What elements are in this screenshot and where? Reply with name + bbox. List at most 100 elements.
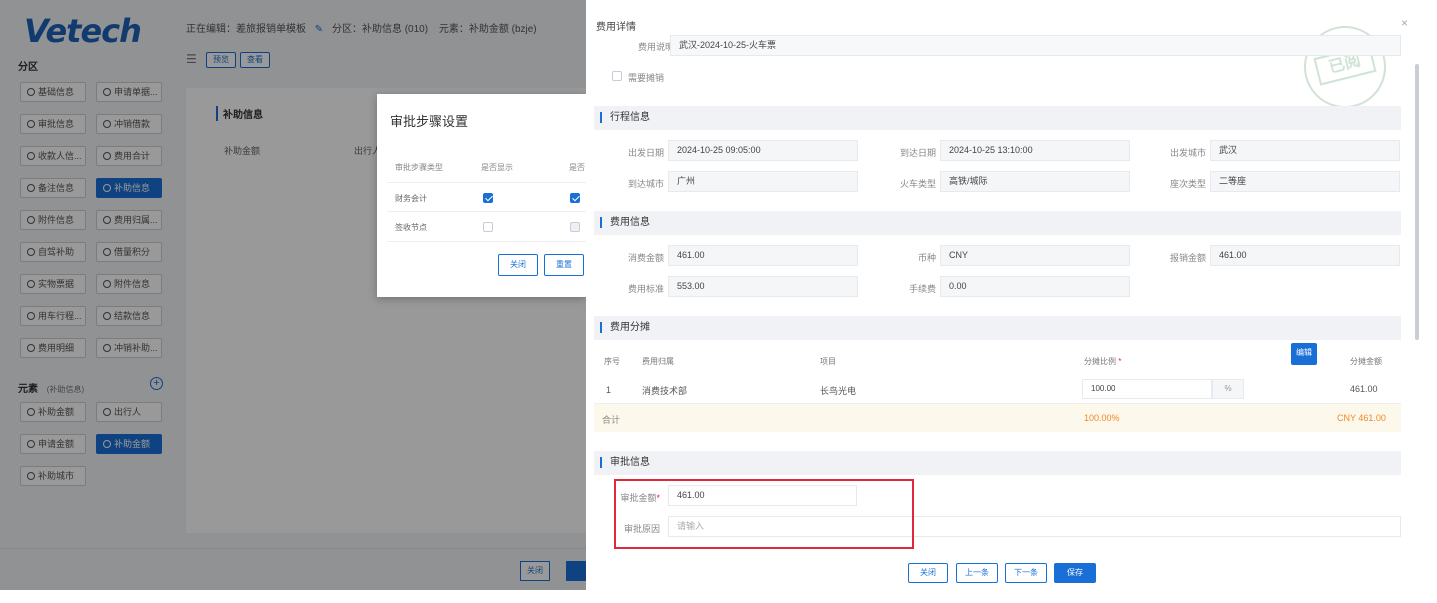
partition-name: 分区：补助信息 (010) — [331, 24, 429, 35]
partition-button[interactable]: 冲销补助... — [96, 338, 162, 358]
partition-button[interactable]: 出行人 — [96, 402, 162, 422]
reimburse-label: 报销金额 — [1169, 253, 1206, 263]
close-button[interactable]: 关闭 — [908, 563, 948, 583]
edit-icon[interactable]: ✎ — [315, 24, 323, 35]
expense-desc-label: 费用说明 — [637, 42, 674, 52]
partition-button-label: 冲销补助... — [114, 343, 158, 353]
expense-detail-panel: 费用详情 × 已阅 费用说明 武汉-2024-10-25-火车票 需要摊销 行程… — [586, 0, 1437, 603]
col-owner: 费用归属 — [642, 357, 674, 366]
partition-button[interactable]: 附件信息 — [20, 210, 86, 230]
partition-button[interactable]: 申请单据... — [96, 82, 162, 102]
reimburse-field: 461.00 — [1210, 245, 1400, 266]
left-save-button[interactable] — [566, 561, 586, 581]
preview-button[interactable]: 预览 — [206, 52, 236, 68]
row-owner: 消费技术部 — [642, 386, 688, 396]
partition-button-label: 补助城市 — [38, 471, 75, 481]
col-project: 项目 — [820, 357, 836, 366]
show-checkbox[interactable] — [483, 222, 493, 232]
dialog-title: 审批步骤设置 — [390, 114, 469, 129]
partition-button[interactable]: 借量积分 — [96, 242, 162, 262]
consume-field: 461.00 — [668, 245, 858, 266]
left-close-button[interactable]: 关闭 — [520, 561, 550, 581]
col-ratio-text: 分摊比例 — [1084, 357, 1116, 366]
partition-button-label: 自驾补助 — [38, 247, 75, 257]
preview-section-title: 补助信息 — [216, 106, 263, 121]
element-name: 元素：补助金额 (bzje) — [438, 24, 537, 35]
need-split-checkbox[interactable] — [612, 71, 622, 81]
need-split-label: 需要摊销 — [628, 73, 665, 83]
partition-button-label: 费用明细 — [38, 343, 75, 353]
partition-button[interactable]: 收款人信... — [20, 146, 86, 166]
partition-button[interactable]: 备注信息 — [20, 178, 86, 198]
depart-city-field: 武汉 — [1210, 140, 1400, 161]
dialog-reset-button[interactable]: 重置 — [544, 254, 584, 276]
depart-date-field: 2024-10-25 09:05:00 — [668, 140, 858, 161]
trip-section-title: 行程信息 — [600, 112, 650, 123]
required-mark: * — [1118, 357, 1122, 366]
partition-button[interactable]: 审批信息 — [20, 114, 86, 134]
row-amount: 461.00 — [1350, 384, 1378, 394]
partition-button[interactable]: 实物票据 — [20, 274, 86, 294]
list-icon[interactable]: ☰ — [186, 52, 197, 66]
circle-icon — [27, 216, 35, 224]
partition-button-label: 申请金额 — [38, 439, 75, 449]
split-section-header: 费用分摊 — [594, 316, 1401, 340]
save-button[interactable]: 保存 — [1054, 563, 1096, 583]
seat-field: 二等座 — [1210, 171, 1400, 192]
partition-button[interactable]: 补助金额 — [96, 434, 162, 454]
circle-icon — [103, 120, 111, 128]
other-checkbox[interactable] — [570, 222, 580, 232]
edit-button[interactable]: 编辑 — [1291, 343, 1317, 365]
circle-icon — [27, 88, 35, 96]
col-amount: 分摊金额 — [1350, 357, 1382, 366]
partition-button[interactable]: 补助城市 — [20, 466, 86, 486]
partition-button-label: 结款信息 — [114, 311, 151, 321]
partition-button[interactable]: 基础信息 — [20, 82, 86, 102]
view-button[interactable]: 查看 — [240, 52, 270, 68]
circle-icon — [27, 440, 35, 448]
partition-button-label: 审批信息 — [38, 119, 75, 129]
partition-button[interactable]: 附件信息 — [96, 274, 162, 294]
ratio-input[interactable]: 100.00 — [1082, 379, 1212, 399]
partition-button[interactable]: 费用合计 — [96, 146, 162, 166]
partition-button-label: 费用合计 — [114, 151, 151, 161]
next-button[interactable]: 下一条 — [1005, 563, 1047, 583]
partition-button[interactable]: 补助金额 — [20, 402, 86, 422]
other-checkbox[interactable] — [570, 193, 580, 203]
show-checkbox[interactable] — [483, 193, 493, 203]
close-icon[interactable]: × — [1401, 16, 1408, 30]
circle-icon — [27, 344, 35, 352]
partition-button[interactable]: 冲销借款 — [96, 114, 162, 134]
add-element-icon[interactable]: + — [150, 377, 163, 390]
circle-icon — [103, 440, 111, 448]
col-show: 是否显示 — [481, 163, 513, 172]
standard-field: 553.00 — [668, 276, 858, 297]
seat-label: 座次类型 — [1169, 179, 1206, 189]
partition-button[interactable]: 结款信息 — [96, 306, 162, 326]
standard-label: 费用标准 — [627, 284, 664, 294]
partition-button[interactable]: 自驾补助 — [20, 242, 86, 262]
step-row: 财务会计 — [387, 182, 586, 212]
split-section-title: 费用分摊 — [600, 322, 650, 333]
circle-icon — [103, 152, 111, 160]
total-label: 合计 — [602, 415, 621, 425]
trip-section-header: 行程信息 — [594, 106, 1401, 130]
editing-header: 正在编辑：差旅报销单模板 ✎ 分区：补助信息 (010) 元素：补助金额 (bz… — [186, 20, 537, 35]
partition-button[interactable]: 费用明细 — [20, 338, 86, 358]
circle-icon — [103, 88, 111, 96]
partition-button[interactable]: 费用归属... — [96, 210, 162, 230]
bottom-bar: 关闭 — [0, 548, 586, 590]
partition-button[interactable]: 补助信息 — [96, 178, 162, 198]
scrollbar[interactable] — [1415, 64, 1419, 340]
circle-icon — [27, 312, 35, 320]
dialog-close-button[interactable]: 关闭 — [498, 254, 538, 276]
partition-button[interactable]: 申请金额 — [20, 434, 86, 454]
currency-label: 币种 — [917, 253, 936, 263]
prev-button[interactable]: 上一条 — [956, 563, 998, 583]
partition-button[interactable]: 用车行程... — [20, 306, 86, 326]
partition-button-label: 实物票据 — [38, 279, 75, 289]
elements-subtitle: (补助信息) — [46, 385, 85, 394]
fee-section-title: 费用信息 — [600, 217, 650, 228]
partition-button-label: 出行人 — [114, 407, 142, 417]
vetech-logo: Vetech — [24, 12, 142, 50]
